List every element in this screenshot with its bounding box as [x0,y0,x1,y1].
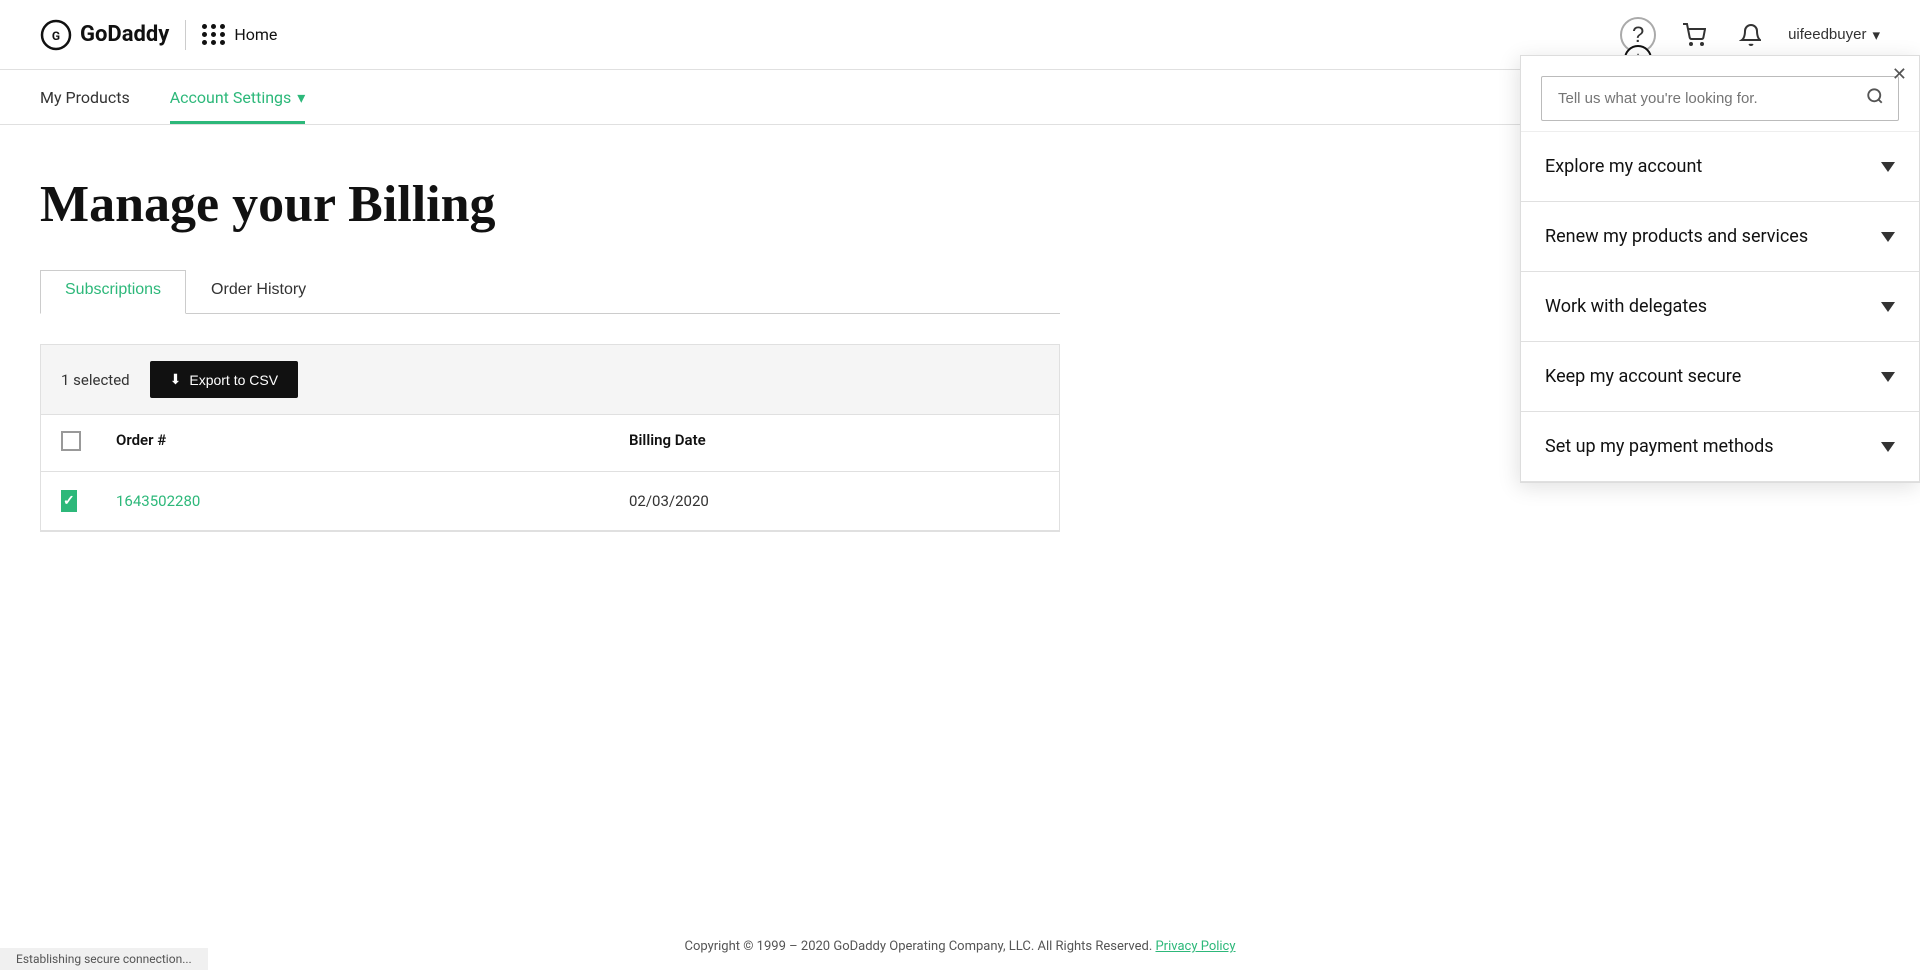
table-header: Order # Billing Date [41,415,1059,472]
home-label: Home [234,25,277,44]
tab-order-history-label: Order History [211,281,306,298]
help-icon-container: ? + [1620,17,1656,53]
nav-account-settings-label: Account Settings [170,88,292,107]
table-cell-order-num: 1643502280 [96,472,609,530]
home-link[interactable]: Home [202,24,277,45]
help-item-secure-label: Keep my account secure [1545,366,1741,387]
chevron-down-icon [1881,442,1895,452]
nav-account-settings-chevron-icon: ▾ [297,88,305,107]
chevron-down-icon [1881,372,1895,382]
help-item-delegates-label: Work with delegates [1545,296,1707,317]
help-item-renew[interactable]: Renew my products and services [1521,202,1919,272]
logo: G GoDaddy [40,19,169,51]
header-right: ? + uifeedbuyer ▾ [1620,17,1880,53]
help-items-list: Explore my account Renew my products and… [1521,132,1919,482]
footer: Copyright © 1999 – 2020 GoDaddy Operatin… [0,923,1920,970]
tab-subscriptions-label: Subscriptions [65,281,161,298]
status-text: Establishing secure connection... [16,952,192,966]
username-label: uifeedbuyer [1788,26,1866,43]
bell-icon [1739,23,1761,47]
privacy-policy-link[interactable]: Privacy Policy [1155,939,1235,954]
help-search-input[interactable] [1542,78,1852,119]
close-icon: ✕ [1892,64,1907,84]
grid-icon [202,24,226,45]
table-header-billing-date: Billing Date [609,415,859,471]
footer-copyright: Copyright © 1999 – 2020 GoDaddy Operatin… [684,939,1152,954]
help-search-box [1521,56,1919,132]
svg-text:G: G [52,29,60,43]
chevron-down-icon [1881,162,1895,172]
billing-tabs: Subscriptions Order History [40,270,1060,314]
header-checkbox[interactable] [61,431,81,451]
row-checkbox-checked[interactable]: ✓ [61,490,77,512]
help-panel-close-button[interactable]: ✕ [1892,64,1907,85]
selected-count: 1 selected [61,371,130,389]
status-bar: Establishing secure connection... [0,948,208,970]
bell-button[interactable] [1732,17,1768,53]
table-header-checkbox [41,415,96,471]
export-csv-button[interactable]: ⬇ Export to CSV [150,361,298,398]
chevron-down-icon [1881,232,1895,242]
table-cell-extra [859,472,1059,530]
tab-subscriptions[interactable]: Subscriptions [40,270,186,314]
nav-item-my-products[interactable]: My Products [40,88,130,124]
billing-date-value: 02/03/2020 [629,492,709,510]
cart-icon [1682,23,1706,47]
selected-bar: 1 selected ⬇ Export to CSV [40,344,1060,414]
table-header-extra [859,415,1059,471]
help-item-explore[interactable]: Explore my account [1521,132,1919,202]
user-menu-button[interactable]: uifeedbuyer ▾ [1788,26,1880,44]
export-label: Export to CSV [189,372,278,388]
help-search-inner [1541,76,1899,121]
user-chevron-icon: ▾ [1872,26,1880,44]
main-content: Manage your Billing Subscriptions Order … [0,125,1100,572]
privacy-policy-label: Privacy Policy [1155,939,1235,954]
godaddy-logo-icon: G [40,19,72,51]
orders-table: Order # Billing Date ✓ 1643502280 02/03/… [40,414,1060,532]
table-cell-checkbox[interactable]: ✓ [41,472,96,530]
nav-item-account-settings[interactable]: Account Settings ▾ [170,88,306,124]
help-panel: ✕ Explore my account Renew my products a… [1520,55,1920,483]
search-icon [1866,87,1884,105]
logo-area: G GoDaddy Home [40,19,277,51]
logo-text: GoDaddy [80,22,169,47]
cart-button[interactable] [1676,17,1712,53]
help-item-payment[interactable]: Set up my payment methods [1521,412,1919,482]
export-icon: ⬇ [170,371,182,388]
help-item-renew-label: Renew my products and services [1545,226,1808,247]
header-divider [185,20,186,50]
help-item-payment-label: Set up my payment methods [1545,436,1774,457]
nav-my-products-label: My Products [40,88,130,107]
help-item-secure[interactable]: Keep my account secure [1521,342,1919,412]
order-number-link[interactable]: 1643502280 [116,492,200,510]
chevron-down-icon [1881,302,1895,312]
header-left: G GoDaddy Home [40,19,277,51]
help-item-explore-label: Explore my account [1545,156,1702,177]
page-title: Manage your Billing [40,175,1060,234]
tab-order-history[interactable]: Order History [186,270,331,313]
help-item-delegates[interactable]: Work with delegates [1521,272,1919,342]
table-header-order-num: Order # [96,415,609,471]
table-row: ✓ 1643502280 02/03/2020 [41,472,1059,531]
table-cell-billing-date: 02/03/2020 [609,472,859,530]
